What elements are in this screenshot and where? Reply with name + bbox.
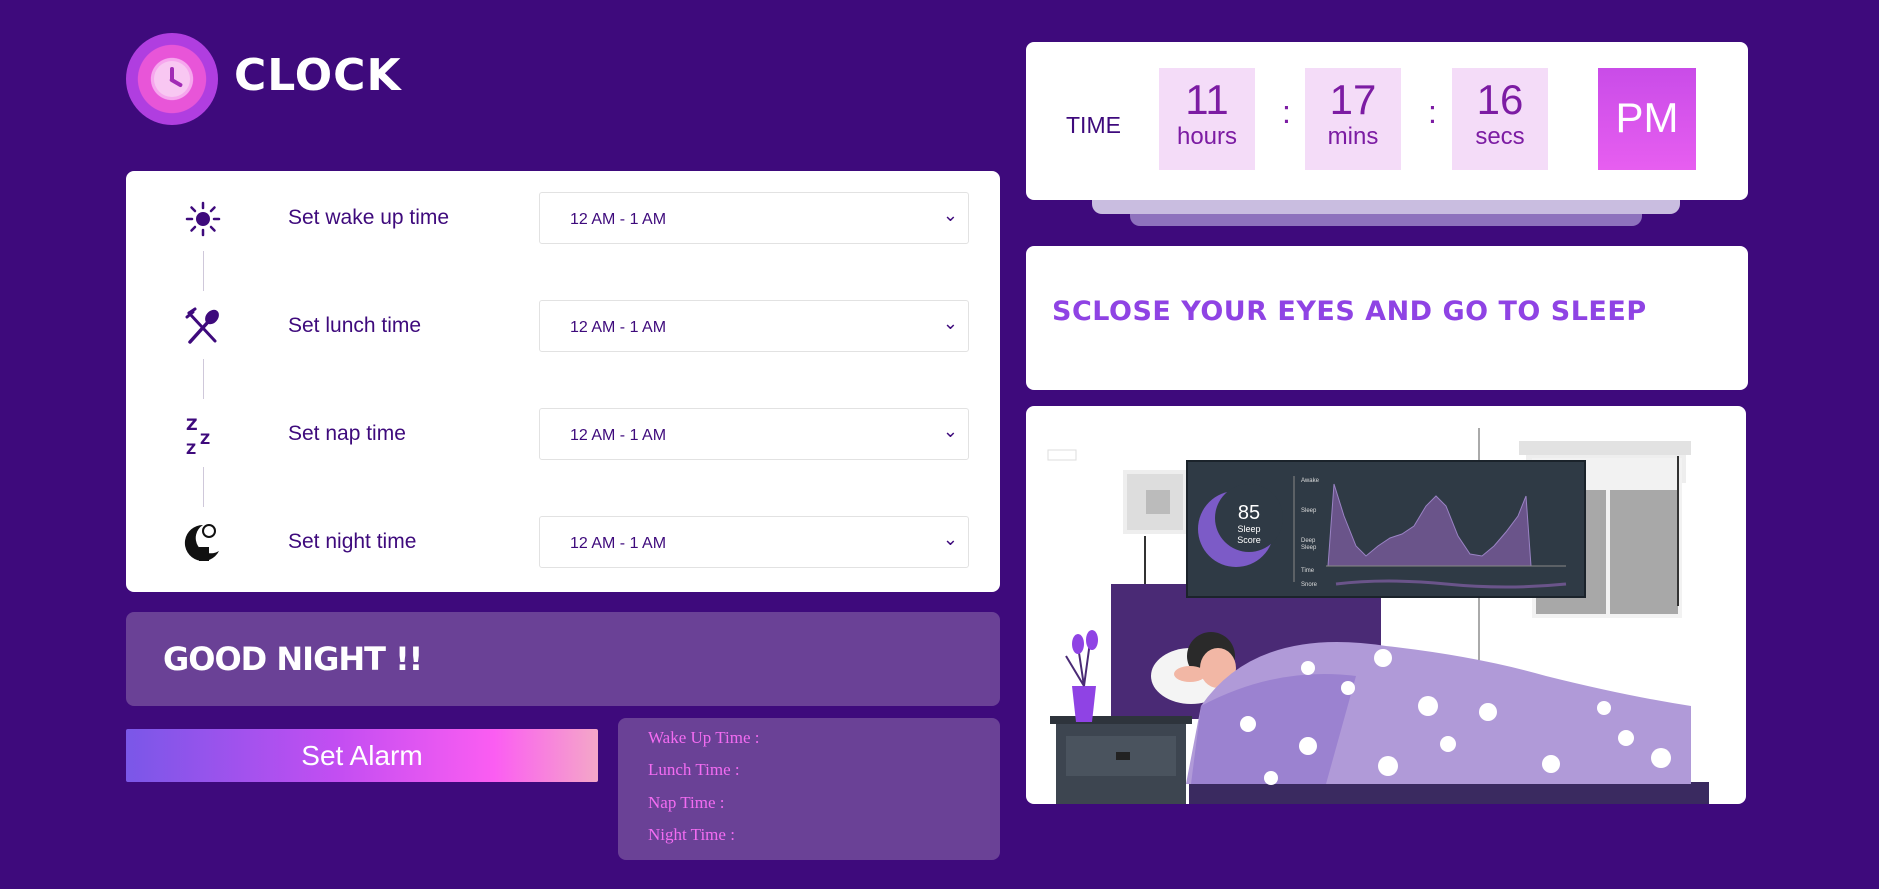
lunch-row: Set lunch time 12 AM - 1 AM ⌄ [126,300,1000,360]
minutes-value: 17 [1329,76,1377,123]
greeting-banner: GOOD NIGHT !! [126,612,1000,706]
svg-text:Z: Z [186,415,198,434]
timeline-connector [203,467,204,507]
minutes-box: 17 mins [1305,68,1401,170]
svg-text:Z: Z [186,442,196,456]
chart-row-label: Snore [1301,582,1318,588]
chevron-down-icon: ⌄ [942,313,958,333]
set-alarm-button[interactable]: Set Alarm [126,729,598,782]
chart-row-label: Sleep [1301,508,1317,514]
alarm-summary-panel: Wake Up Time : Lunch Time : Nap Time : N… [618,718,1000,860]
sleep-illustration-card: 85 Sleep Score Awake Sleep Deep Sleep Ti… [1026,406,1746,804]
chart-row-label: Deep [1301,538,1316,544]
chevron-down-icon: ⌄ [942,205,958,225]
wake-up-summary: Wake Up Time : [648,728,760,747]
sun-icon [182,198,224,240]
greeting-text: GOOD NIGHT !! [163,640,423,678]
sleep-score-label: Score [1237,535,1261,545]
zzz-sleep-icon: ZZZ [182,414,224,456]
nap-label: Set nap time [288,422,406,445]
message-card: SCLOSE YOUR EYES AND GO TO SLEEP [1026,246,1748,390]
timeline-connector [203,251,204,291]
chart-row-label: Time [1301,568,1315,574]
night-label: Set night time [288,530,417,553]
night-summary: Night Time : [648,825,735,844]
svg-text:Z: Z [200,432,210,448]
utensils-icon [182,306,224,348]
night-row: Set night time 12 AM - 1 AM ⌄ [126,516,1000,576]
time-label: TIME [1066,112,1121,138]
night-time-value: 12 AM - 1 AM [570,535,667,552]
nap-summary: Nap Time : [648,793,725,812]
sleep-score-value: 85 [1238,502,1260,524]
wake-up-time-value: 12 AM - 1 AM [570,211,667,228]
time-separator: : [1428,94,1437,130]
sleeping-person-illustration: 85 Sleep Score Awake Sleep Deep Sleep Ti… [1047,428,1709,804]
wake-up-label: Set wake up time [288,206,450,229]
nap-time-value: 12 AM - 1 AM [570,427,667,444]
lunch-summary: Lunch Time : [648,760,740,779]
seconds-box: 16 secs [1452,68,1548,170]
seconds-value: 16 [1476,76,1524,123]
time-display-card: TIME 11 hours : 17 mins : 16 secs PM [1026,42,1748,200]
chart-row-label: Sleep [1301,545,1317,551]
time-separator: : [1282,94,1291,130]
chevron-down-icon: ⌄ [942,529,958,549]
nap-time-select[interactable]: 12 AM - 1 AM ⌄ [539,408,969,460]
seconds-unit: secs [1475,123,1525,150]
am-pm-indicator: PM [1598,68,1696,170]
minutes-unit: mins [1327,123,1379,150]
timeline-connector [203,359,204,399]
schedule-card: Set wake up time 12 AM - 1 AM ⌄ Set lunc… [126,171,1000,592]
lunch-time-value: 12 AM - 1 AM [570,319,667,336]
alarm-clock-icon [126,33,218,125]
hours-value: 11 [1185,76,1229,123]
hours-unit: hours [1176,123,1238,150]
chart-row-label: Awake [1301,478,1320,484]
chevron-down-icon: ⌄ [942,421,958,441]
night-time-select[interactable]: 12 AM - 1 AM ⌄ [539,516,969,568]
brand-title: CLOCK [234,50,402,101]
wake-up-row: Set wake up time 12 AM - 1 AM ⌄ [126,192,1000,252]
sleep-message: SCLOSE YOUR EYES AND GO TO SLEEP [1052,296,1647,327]
nap-row: ZZZ Set nap time 12 AM - 1 AM ⌄ [126,408,1000,468]
sleep-score-label: Sleep [1237,524,1260,534]
lunch-label: Set lunch time [288,314,422,337]
wake-up-time-select[interactable]: 12 AM - 1 AM ⌄ [539,192,969,244]
moon-icon [182,522,224,564]
lunch-time-select[interactable]: 12 AM - 1 AM ⌄ [539,300,969,352]
hours-box: 11 hours [1159,68,1255,170]
